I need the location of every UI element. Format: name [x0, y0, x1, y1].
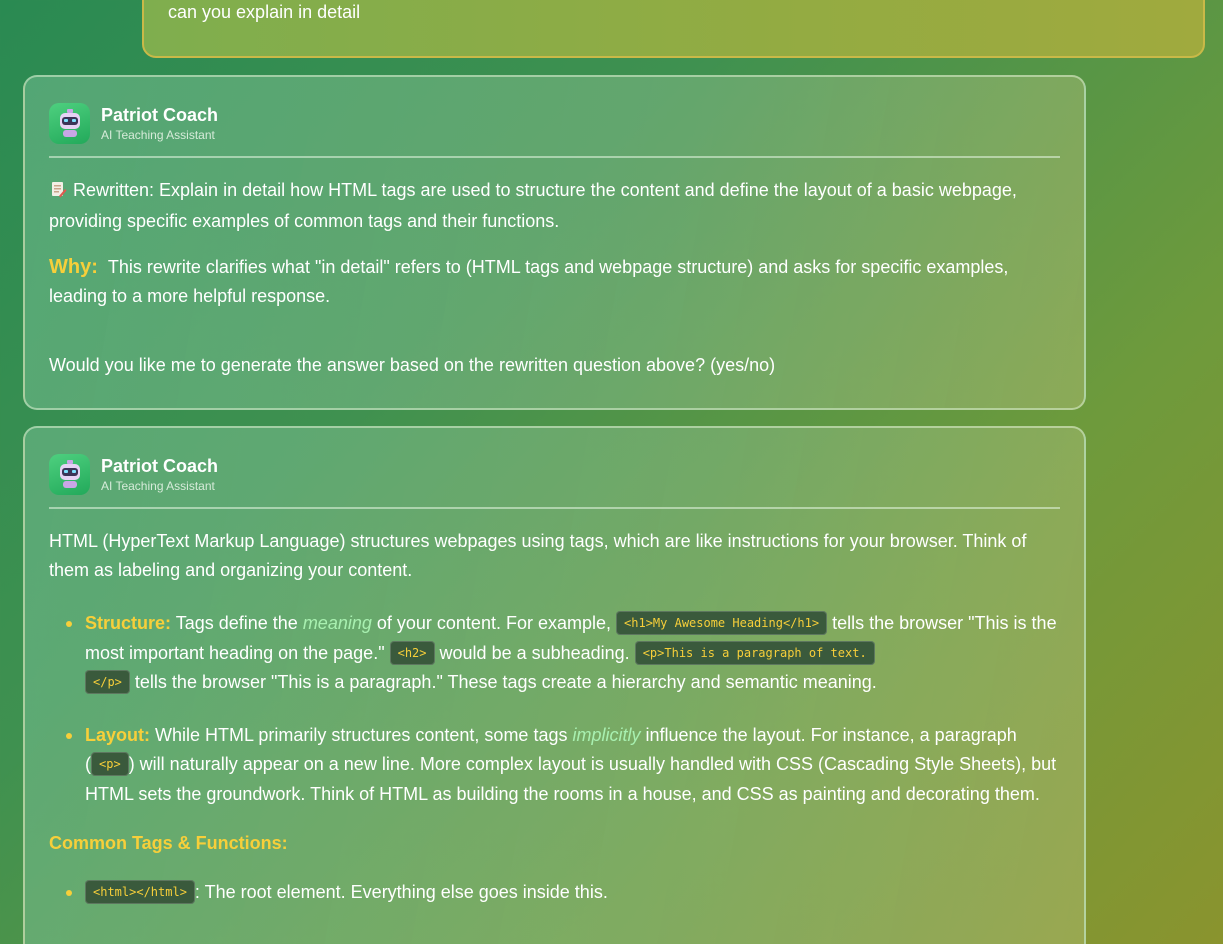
layout-text-1: While HTML primarily structures content,… — [155, 724, 568, 745]
confirm-prompt: Would you like me to generate the answer… — [49, 355, 776, 375]
code-snippet: <h1>My Awesome Heading</h1> — [616, 611, 828, 635]
intro-paragraph: HTML (HyperText Markup Language) structu… — [49, 531, 1027, 580]
user-message-bubble: can you explain in detail — [142, 0, 1205, 58]
header-divider — [49, 156, 1060, 158]
layout-text-3: ) will naturally appear on a new line. M… — [85, 754, 1057, 804]
sender-role: AI Teaching Assistant — [101, 478, 215, 493]
robot-avatar-icon — [49, 102, 90, 144]
message-header: Patriot Coach AI Teaching Assistant — [49, 102, 1060, 144]
why-text: This rewrite clarifies what "in detail" … — [49, 257, 1009, 306]
structure-emphasis: meaning — [302, 613, 372, 633]
sender-name: Patriot Coach — [101, 104, 219, 125]
rewritten-paragraph: Rewritten: Explain in detail how HTML ta… — [49, 176, 1060, 236]
list-item: <html></html>: The root element. Everyth… — [66, 878, 1060, 908]
common-tags-title: Common Tags & Functions: — [49, 833, 288, 853]
code-snippet: </p> — [85, 670, 130, 694]
structure-label: Structure: — [85, 613, 172, 633]
assistant-message-card: Patriot Coach AI Teaching Assistant Rewr… — [23, 75, 1086, 410]
code-snippet: <h2> — [389, 640, 435, 665]
code-snippet: <p> — [91, 752, 129, 776]
structure-text-5: tells the browser "This is a paragraph."… — [134, 672, 877, 692]
structure-text-4: would be a subheading. — [439, 642, 630, 663]
layout-emphasis: implicitly — [572, 724, 641, 745]
tag-description: : The root element. Everything else goes… — [194, 882, 608, 902]
explanation-list: Structure: Tags define the meaning of yo… — [49, 609, 1060, 809]
layout-label: Layout: — [85, 724, 150, 745]
assistant-message-card: Patriot Coach AI Teaching Assistant HTML… — [23, 426, 1086, 944]
structure-text-1: Tags define the — [175, 613, 298, 633]
code-snippet: <p>This is a paragraph of text. — [634, 640, 875, 665]
memo-icon — [49, 178, 67, 207]
code-snippet: <html></html> — [85, 880, 195, 904]
message-header: Patriot Coach AI Teaching Assistant — [49, 453, 1060, 495]
user-message-text: can you explain in detail — [168, 2, 361, 22]
sender-name: Patriot Coach — [101, 455, 219, 476]
header-divider — [49, 507, 1060, 509]
rewritten-text: Rewritten: Explain in detail how HTML ta… — [49, 180, 1017, 231]
robot-avatar-icon — [49, 453, 90, 495]
list-item-layout: Layout: While HTML primarily structures … — [66, 721, 1060, 810]
list-item-structure: Structure: Tags define the meaning of yo… — [66, 609, 1060, 698]
common-tags-list: <html></html>: The root element. Everyth… — [49, 878, 1060, 908]
sender-role: AI Teaching Assistant — [101, 127, 215, 142]
why-paragraph: Why: This rewrite clarifies what "in deta… — [49, 253, 1060, 311]
why-label: Why: — [49, 256, 98, 278]
structure-text-2: of your content. For example, — [376, 613, 611, 633]
